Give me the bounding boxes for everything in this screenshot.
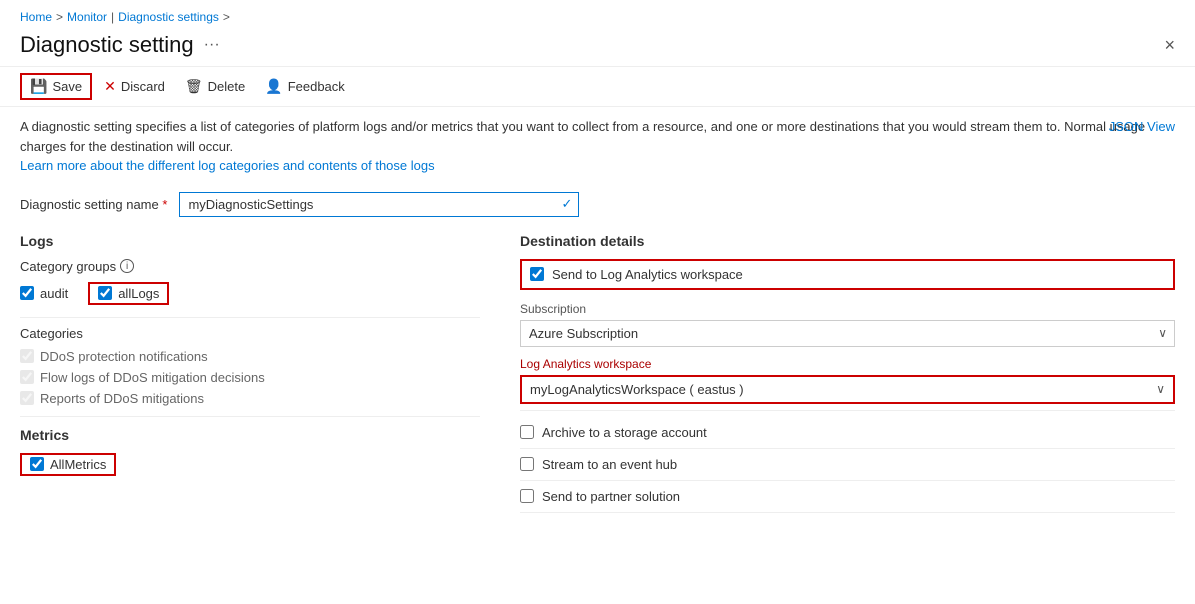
all-metrics-label[interactable]: AllMetrics [50, 457, 106, 472]
category-groups-label: Category groups i [20, 259, 480, 274]
categories-label: Categories [20, 326, 480, 341]
archive-row: Archive to a storage account [520, 417, 1175, 449]
subscription-label: Subscription [520, 302, 1175, 316]
destination-title: Destination details [520, 233, 1175, 249]
archive-checkbox[interactable] [520, 425, 534, 439]
required-marker: * [162, 197, 167, 212]
send-to-la-checkbox[interactable] [530, 267, 544, 281]
breadcrumb-diagnostic-settings[interactable]: Diagnostic settings [118, 10, 219, 24]
audit-checkbox-item: audit [20, 286, 68, 301]
metrics-title: Metrics [20, 427, 480, 443]
ddos-flow-label: Flow logs of DDoS mitigation decisions [40, 370, 265, 385]
all-logs-label[interactable]: allLogs [118, 286, 159, 301]
feedback-icon: 👤 [265, 78, 282, 95]
ddos-flow-checkbox[interactable] [20, 370, 34, 384]
diagnostic-name-row: Diagnostic setting name * ✓ [0, 186, 1195, 227]
breadcrumb-home[interactable]: Home [20, 10, 52, 24]
ddos-notif-label: DDoS protection notifications [40, 349, 208, 364]
discard-label: Discard [121, 79, 165, 94]
main-content: Logs Category groups i audit allLogs C [0, 227, 1195, 519]
archive-label[interactable]: Archive to a storage account [542, 425, 707, 440]
audit-label[interactable]: audit [40, 286, 68, 301]
discard-button[interactable]: ✕ Discard [96, 75, 173, 98]
all-logs-checkbox[interactable] [98, 286, 112, 300]
save-icon: 💾 [30, 78, 47, 95]
ddos-notif-checkbox[interactable] [20, 349, 34, 363]
all-logs-checkbox-item: allLogs [88, 282, 169, 305]
all-metrics-item: AllMetrics [20, 453, 116, 476]
partner-row: Send to partner solution [520, 481, 1175, 513]
json-view-link[interactable]: JSON View [1109, 117, 1175, 137]
discard-icon: ✕ [104, 78, 116, 95]
learn-more-link[interactable]: Learn more about the different log categ… [20, 156, 1175, 176]
all-metrics-checkbox[interactable] [30, 457, 44, 471]
logs-section-title: Logs [20, 233, 480, 249]
feedback-label: Feedback [288, 79, 345, 94]
subscription-field: Subscription Azure Subscription ∨ [520, 302, 1175, 347]
description-text: A diagnostic setting specifies a list of… [20, 119, 1145, 154]
workspace-label: Log Analytics workspace [520, 357, 1175, 371]
partner-checkbox[interactable] [520, 489, 534, 503]
breadcrumb-sep2: > [223, 10, 230, 24]
toolbar: 💾 Save ✕ Discard 🗑 Delete 👤 Feedback [0, 67, 1195, 107]
category-item-2: Flow logs of DDoS mitigation decisions [20, 370, 480, 385]
logs-section: Logs Category groups i audit allLogs C [20, 233, 480, 406]
close-button[interactable]: × [1164, 35, 1175, 56]
delete-button[interactable]: 🗑 Delete [177, 75, 253, 98]
delete-icon: 🗑 [185, 78, 203, 95]
breadcrumb-pipe: | [111, 10, 114, 24]
save-label: Save [52, 79, 82, 94]
stream-label[interactable]: Stream to an event hub [542, 457, 677, 472]
subscription-dropdown[interactable]: Azure Subscription [520, 320, 1175, 347]
save-button[interactable]: 💾 Save [20, 73, 92, 100]
workspace-dropdown[interactable]: myLogAnalyticsWorkspace ( eastus ) [522, 377, 1173, 402]
check-icon: ✓ [562, 196, 573, 212]
category-item-1: DDoS protection notifications [20, 349, 480, 364]
ddos-reports-checkbox[interactable] [20, 391, 34, 405]
ddos-reports-label: Reports of DDoS mitigations [40, 391, 204, 406]
send-to-la-label[interactable]: Send to Log Analytics workspace [552, 267, 743, 282]
description-area: A diagnostic setting specifies a list of… [0, 107, 1195, 186]
workspace-field: Log Analytics workspace myLogAnalyticsWo… [520, 357, 1175, 404]
info-icon[interactable]: i [120, 259, 134, 273]
categories-subsection: Categories DDoS protection notifications… [20, 326, 480, 406]
breadcrumb-monitor[interactable]: Monitor [67, 10, 107, 24]
feedback-button[interactable]: 👤 Feedback [257, 75, 353, 98]
category-item-3: Reports of DDoS mitigations [20, 391, 480, 406]
right-panel: Destination details Send to Log Analytic… [520, 233, 1175, 513]
json-view-label: JSON View [1109, 119, 1175, 134]
breadcrumb-sep1: > [56, 10, 63, 24]
page-title: Diagnostic setting [20, 32, 194, 58]
left-panel: Logs Category groups i audit allLogs C [20, 233, 480, 513]
stream-checkbox[interactable] [520, 457, 534, 471]
metrics-section: Metrics AllMetrics [20, 427, 480, 476]
page-header: Diagnostic setting ··· × [0, 28, 1195, 67]
partner-label[interactable]: Send to partner solution [542, 489, 680, 504]
divider-2 [20, 416, 480, 417]
la-sub-fields: Subscription Azure Subscription ∨ Log An… [520, 296, 1175, 411]
more-options-icon[interactable]: ··· [204, 36, 220, 54]
diagnostic-name-input[interactable] [180, 193, 578, 216]
audit-checkbox[interactable] [20, 286, 34, 300]
stream-row: Stream to an event hub [520, 449, 1175, 481]
delete-label: Delete [208, 79, 246, 94]
breadcrumb: Home > Monitor | Diagnostic settings > [0, 0, 1195, 28]
divider-1 [20, 317, 480, 318]
diagnostic-name-label: Diagnostic setting name * [20, 197, 167, 212]
learn-more-text: Learn more about the different log categ… [20, 158, 435, 173]
send-to-la-row: Send to Log Analytics workspace [520, 259, 1175, 290]
